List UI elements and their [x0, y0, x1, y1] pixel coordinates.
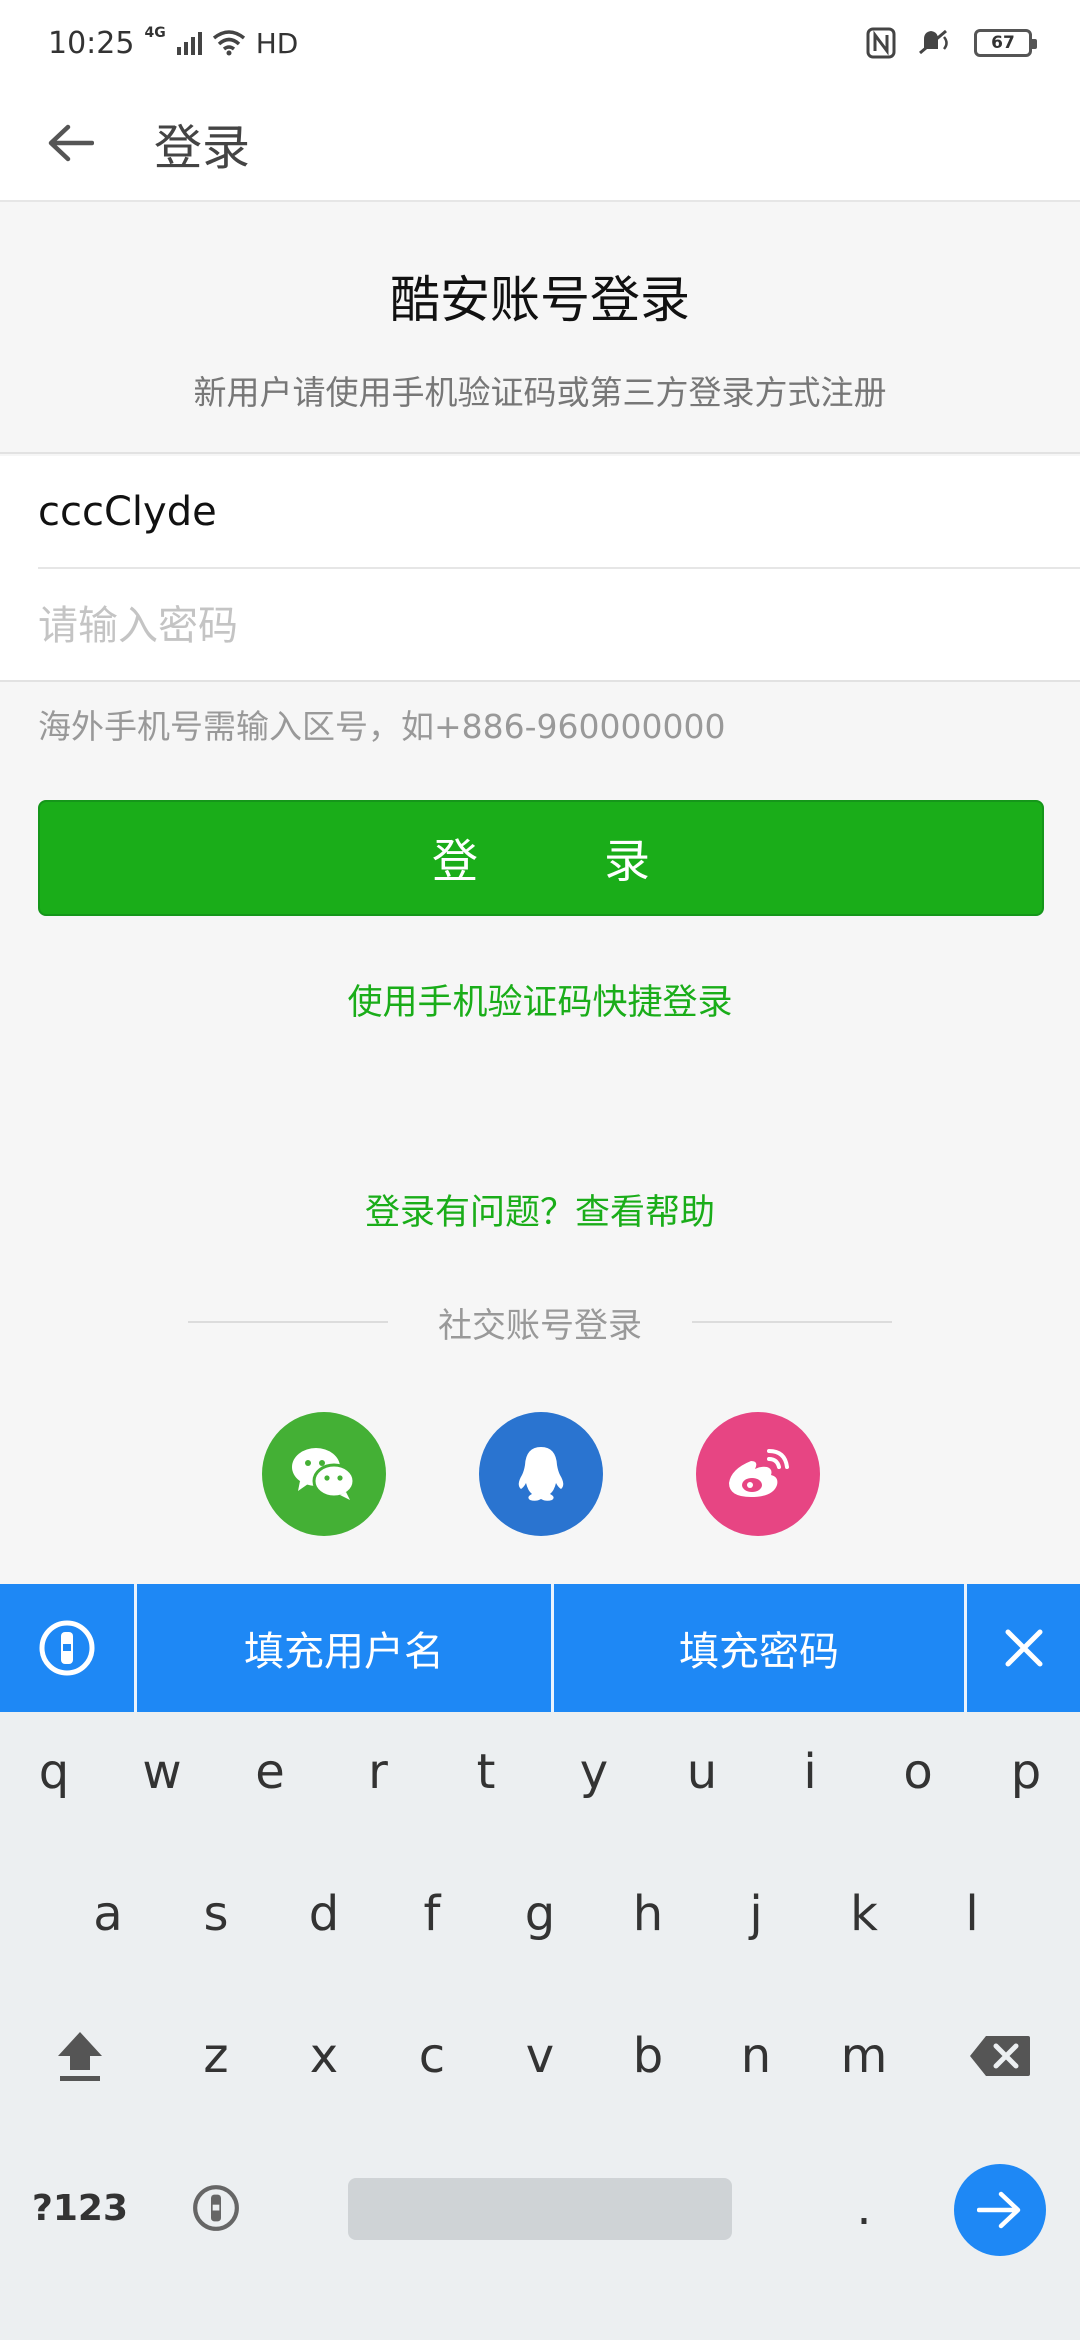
key-r[interactable]: r — [328, 1712, 428, 1832]
key-w[interactable]: w — [112, 1712, 212, 1832]
wechat-login-button[interactable] — [262, 1412, 386, 1536]
shift-key[interactable] — [30, 1996, 130, 2116]
weibo-icon — [729, 1449, 789, 1497]
key-k[interactable]: k — [814, 1854, 914, 1974]
backspace-key[interactable] — [950, 1996, 1050, 2116]
signal-icon — [176, 32, 202, 55]
social-login-label: 社交账号登录 — [438, 1305, 642, 1346]
username-input[interactable] — [38, 488, 1038, 535]
password-manager-key[interactable] — [166, 2148, 266, 2268]
key-s[interactable]: s — [166, 1854, 266, 1974]
key-q[interactable]: q — [4, 1712, 104, 1832]
weibo-login-button[interactable] — [696, 1412, 820, 1536]
close-autofill-button[interactable] — [967, 1584, 1080, 1712]
status-left: 10:25 4G HD — [48, 25, 299, 61]
shift-icon — [58, 2032, 102, 2081]
period-key[interactable]: . — [814, 2148, 914, 2268]
symbols-key[interactable]: ?123 — [30, 2148, 130, 2268]
keyboard-row-1: qwertyuiop — [0, 1712, 1080, 1832]
battery-indicator: 67 — [974, 29, 1037, 57]
login-subtitle: 新用户请使用手机验证码或第三方登录方式注册 — [193, 373, 887, 412]
arrow-left-icon — [48, 124, 94, 162]
key-u[interactable]: u — [652, 1712, 752, 1832]
divider-line-left — [188, 1321, 388, 1323]
key-a[interactable]: a — [58, 1854, 158, 1974]
vibrate-mute-icon — [919, 29, 948, 55]
login-header: 酷安账号登录 新用户请使用手机验证码或第三方登录方式注册 — [0, 202, 1080, 454]
network-type: 4G — [144, 25, 166, 41]
login-form — [0, 456, 1080, 682]
key-m[interactable]: m — [814, 1996, 914, 2116]
app-bar: 登录 — [0, 86, 1080, 202]
autofill-separator — [551, 1584, 554, 1712]
key-c[interactable]: c — [382, 1996, 482, 2116]
password-manager-button[interactable] — [0, 1584, 134, 1712]
backspace-icon — [970, 2036, 1030, 2076]
back-button[interactable] — [0, 85, 140, 201]
soft-keyboard: qwertyuiop asdfghjkl zxcvbnm ?123 . — [0, 1712, 1080, 2340]
autofill-bar: 填充用户名 填充密码 — [0, 1584, 1080, 1712]
key-n[interactable]: n — [706, 1996, 806, 2116]
social-divider: 社交账号登录 — [188, 1300, 892, 1346]
key-l[interactable]: l — [922, 1854, 1022, 1974]
keyboard-row-2: asdfghjkl — [0, 1854, 1080, 1974]
keyboard-row-3: zxcvbnm — [0, 1996, 1080, 2116]
status-bar: 10:25 4G HD 67 — [0, 0, 1080, 86]
key-i[interactable]: i — [760, 1712, 860, 1832]
key-f[interactable]: f — [382, 1854, 482, 1974]
password-manager-icon — [193, 2185, 239, 2231]
key-o[interactable]: o — [868, 1712, 968, 1832]
password-input[interactable] — [38, 602, 1038, 649]
key-e[interactable]: e — [220, 1712, 320, 1832]
page-title: 登录 — [154, 120, 251, 176]
password-manager-icon — [39, 1620, 95, 1676]
key-h[interactable]: h — [598, 1854, 698, 1974]
arrow-right-icon — [977, 2191, 1021, 2229]
help-link[interactable]: 登录有问题？查看帮助 — [0, 1184, 1080, 1235]
qq-login-button[interactable] — [479, 1412, 603, 1536]
key-d[interactable]: d — [274, 1854, 374, 1974]
space-key[interactable] — [348, 2178, 732, 2240]
key-t[interactable]: t — [436, 1712, 536, 1832]
key-y[interactable]: y — [544, 1712, 644, 1832]
key-p[interactable]: p — [976, 1712, 1076, 1832]
sms-login-link[interactable]: 使用手机验证码快捷登录 — [0, 974, 1080, 1025]
fill-password-button[interactable]: 填充密码 — [554, 1584, 964, 1712]
key-z[interactable]: z — [166, 1996, 266, 2116]
key-j[interactable]: j — [706, 1854, 806, 1974]
hd-indicator: HD — [255, 26, 299, 60]
status-time: 10:25 — [48, 25, 135, 61]
key-g[interactable]: g — [490, 1854, 590, 1974]
login-button[interactable]: 登 录 — [38, 800, 1044, 916]
login-title: 酷安账号登录 — [390, 271, 690, 329]
autofill-separator — [134, 1584, 137, 1712]
wechat-icon — [292, 1448, 356, 1500]
status-right: 67 — [866, 27, 1037, 59]
qq-icon — [518, 1447, 564, 1501]
autofill-separator — [964, 1584, 967, 1712]
password-field-row — [38, 569, 1080, 682]
divider-line-right — [692, 1321, 892, 1323]
enter-key[interactable] — [954, 2164, 1046, 2256]
username-field-row — [38, 456, 1080, 569]
close-icon — [1005, 1629, 1042, 1667]
wifi-icon — [212, 30, 245, 56]
nfc-icon — [866, 27, 896, 59]
phone-hint: 海外手机号需输入区号，如+886-960000000 — [38, 707, 726, 746]
key-b[interactable]: b — [598, 1996, 698, 2116]
key-v[interactable]: v — [490, 1996, 590, 2116]
fill-username-button[interactable]: 填充用户名 — [137, 1584, 551, 1712]
key-x[interactable]: x — [274, 1996, 374, 2116]
battery-level: 67 — [991, 33, 1015, 53]
